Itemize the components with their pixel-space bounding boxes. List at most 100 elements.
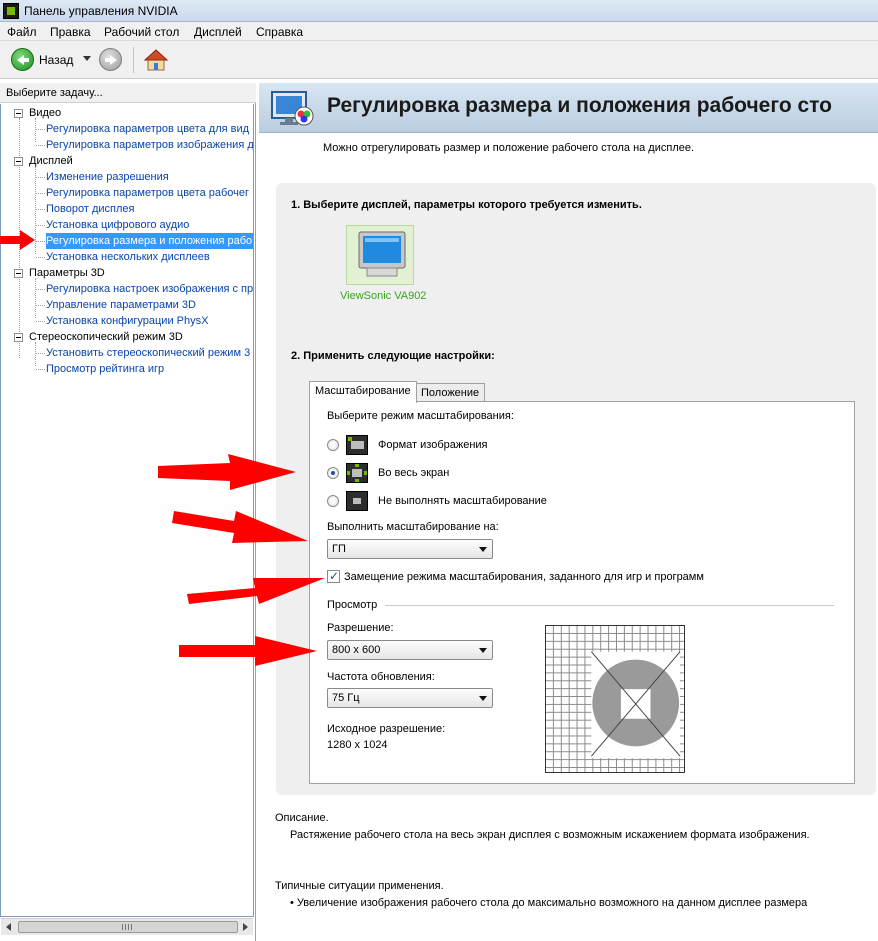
menu-bar: Файл Правка Рабочий стол Дисплей Справка	[0, 22, 878, 41]
option-aspect-ratio-label[interactable]: Формат изображения	[378, 439, 488, 451]
back-arrow-icon[interactable]	[11, 48, 34, 71]
tree-line	[35, 118, 36, 142]
aspect-ratio-icon	[346, 435, 368, 455]
tree-item-multiple-displays[interactable]: Установка нескольких дисплеев	[46, 249, 210, 265]
tree-horizontal-scrollbar[interactable]	[1, 918, 253, 935]
tree-item-3d-image-settings[interactable]: Регулировка настроек изображения с пр	[46, 281, 253, 297]
refresh-rate-select[interactable]: 75 Гц	[327, 688, 493, 708]
chevron-down-icon	[479, 547, 487, 552]
display-name-label[interactable]: ViewSonic VA902	[340, 290, 426, 302]
native-resolution-label: Исходное разрешение:	[327, 723, 446, 735]
forward-arrow-icon[interactable]	[99, 48, 122, 71]
tree-line	[36, 289, 45, 290]
override-scaling-label[interactable]: Замещение режима масштабирования, заданн…	[344, 571, 704, 583]
tree-item-game-ratings[interactable]: Просмотр рейтинга игр	[46, 361, 164, 377]
page-banner: Регулировка размера и положения рабочего…	[259, 83, 878, 133]
perform-scaling-on-select[interactable]: ГП	[327, 539, 493, 559]
toolbar: Назад	[0, 41, 878, 79]
tree-category-3d[interactable]: Параметры 3D	[29, 265, 105, 281]
tree-line	[35, 278, 36, 318]
native-resolution-value: 1280 x 1024	[327, 739, 388, 751]
collapse-video-icon[interactable]	[14, 109, 23, 118]
radio-no-scaling[interactable]	[327, 495, 339, 507]
chevron-down-icon	[479, 696, 487, 701]
description-text: Растяжение рабочего стола на весь экран …	[290, 829, 810, 841]
red-arrow-icon	[0, 230, 35, 250]
task-panel-header: Выберите задачу...	[0, 83, 256, 103]
back-history-dropdown-icon[interactable]	[83, 56, 91, 61]
description-heading: Описание.	[275, 812, 329, 824]
scroll-grip-icon	[122, 924, 132, 930]
chevron-down-icon	[479, 648, 487, 653]
tree-line	[36, 305, 45, 306]
no-scaling-icon	[346, 491, 368, 511]
content-panel: Регулировка размера и положения рабочего…	[259, 83, 878, 941]
tree-line	[36, 257, 45, 258]
override-scaling-checkbox[interactable]: ✓	[327, 569, 340, 583]
option-full-screen-label[interactable]: Во весь экран	[378, 467, 449, 479]
tree-item-digital-audio[interactable]: Установка цифрового аудио	[46, 217, 189, 233]
tree-line	[36, 209, 45, 210]
tree-line	[36, 145, 45, 146]
page-intro: Можно отрегулировать размер и положение …	[323, 142, 695, 154]
collapse-stereo-icon[interactable]	[14, 333, 23, 342]
menu-help[interactable]: Справка	[256, 25, 303, 39]
tree-line	[36, 241, 45, 242]
tab-position[interactable]: Положение	[415, 383, 486, 403]
step-1-heading: 1. Выберите дисплей, параметры которого …	[291, 199, 642, 211]
radio-aspect-ratio[interactable]	[327, 439, 339, 451]
radio-full-screen[interactable]	[327, 467, 339, 479]
red-arrow-icon	[158, 454, 296, 490]
back-button-label[interactable]: Назад	[39, 53, 73, 67]
menu-desktop[interactable]: Рабочий стол	[104, 25, 179, 39]
tree-item-manage-3d[interactable]: Управление параметрами 3D	[46, 297, 196, 313]
preview-separator	[385, 605, 834, 606]
tree-line	[35, 342, 36, 366]
tree-item-video-image[interactable]: Регулировка параметров изображения д	[46, 137, 253, 153]
home-icon[interactable]	[144, 48, 168, 72]
option-no-scaling-label[interactable]: Не выполнять масштабирование	[378, 495, 547, 507]
menu-display[interactable]: Дисплей	[194, 25, 242, 39]
tree-line	[36, 177, 45, 178]
tree-item-rotate-display[interactable]: Поворот дисплея	[46, 201, 134, 217]
collapse-3d-icon[interactable]	[14, 269, 23, 278]
tree-line	[36, 225, 45, 226]
scroll-right-icon[interactable]	[243, 923, 248, 931]
menu-edit[interactable]: Правка	[50, 25, 91, 39]
scroll-left-icon[interactable]	[6, 923, 11, 931]
tree-item-physx[interactable]: Установка конфигурации PhysX	[46, 313, 208, 329]
perform-scaling-on-label: Выполнить масштабирование на:	[327, 521, 499, 533]
menu-file[interactable]: Файл	[7, 25, 37, 39]
tree-line	[36, 369, 45, 370]
step-2-heading: 2. Применить следующие настройки:	[291, 350, 495, 362]
scroll-thumb[interactable]	[18, 921, 238, 933]
tree-item-desktop-size-position[interactable]: Регулировка размера и положения рабо	[46, 233, 253, 249]
resolution-value: 800 x 600	[332, 644, 381, 656]
tree-item-video-color[interactable]: Регулировка параметров цвета для вид	[46, 121, 249, 137]
window-title: Панель управления NVIDIA	[24, 4, 178, 18]
monitor-icon	[358, 231, 406, 277]
tree-line	[36, 353, 45, 354]
usage-item: • Увеличение изображения рабочего стола …	[290, 897, 808, 909]
toolbar-separator	[133, 47, 134, 73]
tree-item-desktop-color[interactable]: Регулировка параметров цвета рабочег	[46, 185, 249, 201]
tree-category-display[interactable]: Дисплей	[29, 153, 73, 169]
preview-section-label: Просмотр	[327, 599, 378, 611]
tree-item-set-stereo[interactable]: Установить стереоскопический режим 3	[46, 345, 250, 361]
collapse-display-icon[interactable]	[14, 157, 23, 166]
resolution-select[interactable]: 800 x 600	[327, 640, 493, 660]
tree-line	[36, 321, 45, 322]
perform-scaling-on-value: ГП	[332, 543, 346, 555]
tree-category-video[interactable]: Видео	[29, 105, 61, 121]
tab-scaling[interactable]: Масштабирование	[309, 381, 417, 403]
tree-category-stereo-3d[interactable]: Стереоскопический режим 3D	[29, 329, 183, 345]
red-arrow-icon	[172, 511, 308, 543]
tree-line	[36, 129, 45, 130]
desktop-size-icon	[271, 91, 314, 126]
title-bar: Панель управления NVIDIA	[0, 0, 878, 22]
checkmark-icon: ✓	[329, 569, 340, 583]
tree-item-change-resolution[interactable]: Изменение разрешения	[46, 169, 169, 185]
task-panel-header-label: Выберите задачу...	[6, 87, 103, 99]
tree-line	[36, 193, 45, 194]
display-select-tile[interactable]	[346, 225, 414, 285]
